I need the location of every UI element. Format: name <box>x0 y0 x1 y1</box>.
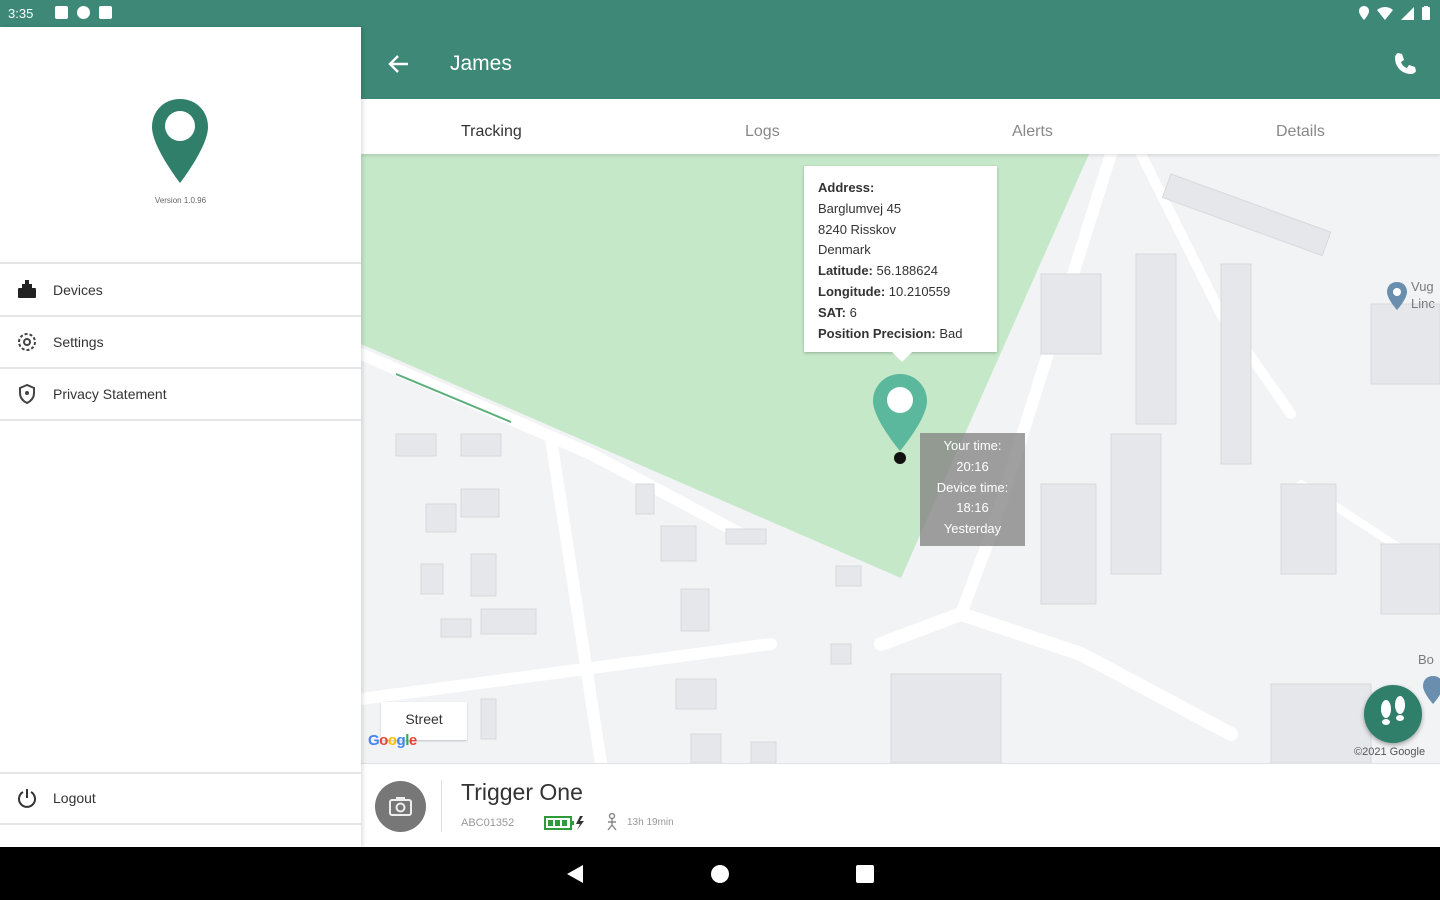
map-place-label: Vug Linc <box>1411 278 1435 312</box>
camera-icon <box>389 797 412 816</box>
status-bar: 3:35 <box>0 0 1440 27</box>
tab-tracking[interactable]: Tracking <box>461 123 522 141</box>
tab-details[interactable]: Details <box>1276 123 1325 141</box>
wifi-icon <box>1377 7 1393 20</box>
map-place-line: Linc <box>1411 296 1435 311</box>
divider <box>0 419 361 421</box>
device-time-value: 18:16 <box>956 500 989 516</box>
device-summary-bar[interactable]: Trigger One ABC01352 13h 19min <box>361 763 1440 847</box>
divider <box>0 823 361 825</box>
drawer-item-label: Settings <box>53 334 104 350</box>
location-info-popup: Address: Barglumvej 45 8240 Risskov Denm… <box>804 166 997 362</box>
battery-icon <box>1422 6 1430 20</box>
tab-bar: Tracking Logs Alerts Details <box>361 99 1440 154</box>
notification-icon <box>77 6 90 19</box>
settings-icon <box>18 333 36 351</box>
footsteps-icon <box>1381 696 1405 725</box>
map-copyright: ©2021 Google <box>1354 746 1426 758</box>
your-time-label: Your time: <box>943 438 1002 453</box>
google-logo: Google <box>368 732 417 749</box>
navigation-drawer: Version 1.0.96 Devices Settings Privacy … <box>0 27 361 847</box>
time-info-box: Your time: 20:16 Device time: 18:16 Yest… <box>920 433 1025 546</box>
divider <box>0 262 361 264</box>
status-right-icons <box>1359 6 1430 20</box>
sat-value: 6 <box>849 304 857 320</box>
device-time-label: Device time: <box>936 479 1009 495</box>
device-avatar[interactable] <box>375 781 426 832</box>
your-time-value: 20:16 <box>956 458 989 474</box>
walking-icon <box>607 813 617 831</box>
phone-icon[interactable] <box>1392 51 1418 77</box>
map-place-label: Bo <box>1418 652 1434 667</box>
drawer-item-devices[interactable]: Devices <box>0 265 361 315</box>
shield-icon <box>19 383 35 405</box>
drawer-item-label: Devices <box>53 282 103 298</box>
logout-label: Logout <box>53 790 96 806</box>
tab-logs[interactable]: Logs <box>745 123 780 141</box>
sd-card-icon <box>99 6 112 19</box>
nav-back-icon[interactable] <box>565 864 585 884</box>
app-version: Version 1.0.96 <box>154 196 207 205</box>
device-id: ABC01352 <box>461 817 515 829</box>
drawer-item-privacy-statement[interactable]: Privacy Statement <box>0 369 361 419</box>
location-icon <box>1359 6 1369 20</box>
notification-icon <box>55 6 68 19</box>
arrow-back-icon[interactable] <box>386 51 412 77</box>
nav-home-icon[interactable] <box>710 864 730 884</box>
drawer-item-settings[interactable]: Settings <box>0 317 361 367</box>
battery-charging-icon <box>544 816 584 830</box>
address-line: Denmark <box>818 242 871 258</box>
tracking-duration: 13h 19min <box>627 817 674 828</box>
time-day: Yesterday <box>943 521 1002 537</box>
logout-button[interactable]: Logout <box>0 773 361 823</box>
latitude-label: Latitude: <box>818 263 873 279</box>
drawer-item-label: Privacy Statement <box>53 386 167 402</box>
app-bar: James <box>361 27 1440 99</box>
divider <box>441 780 442 832</box>
devices-icon <box>18 280 36 298</box>
latitude-value: 56.188624 <box>876 263 938 279</box>
sat-label: SAT: <box>818 304 846 320</box>
precision-label: Position Precision: <box>818 325 936 341</box>
device-name: Trigger One <box>461 779 583 805</box>
longitude-value: 10.210559 <box>888 283 951 299</box>
status-time: 3:35 <box>8 6 34 21</box>
longitude-label: Longitude: <box>818 283 886 299</box>
nav-recents-icon[interactable] <box>855 864 875 884</box>
address-line: 8240 Risskov <box>818 221 897 237</box>
tab-alerts[interactable]: Alerts <box>1012 123 1053 141</box>
system-nav-bar <box>0 847 1440 900</box>
status-left-icons <box>55 6 112 19</box>
footsteps-button[interactable] <box>1364 685 1422 743</box>
power-icon <box>18 789 36 808</box>
address-line: Barglumvej 45 <box>818 200 902 216</box>
signal-icon <box>1401 6 1414 20</box>
map-place-line: Vug <box>1411 279 1434 294</box>
app-logo-pin-icon <box>152 99 208 183</box>
precision-value: Bad <box>939 325 963 341</box>
address-label: Address: <box>818 180 875 195</box>
page-title: James <box>450 52 512 75</box>
map-view[interactable]: Address: Barglumvej 45 8240 Risskov Denm… <box>361 154 1440 763</box>
